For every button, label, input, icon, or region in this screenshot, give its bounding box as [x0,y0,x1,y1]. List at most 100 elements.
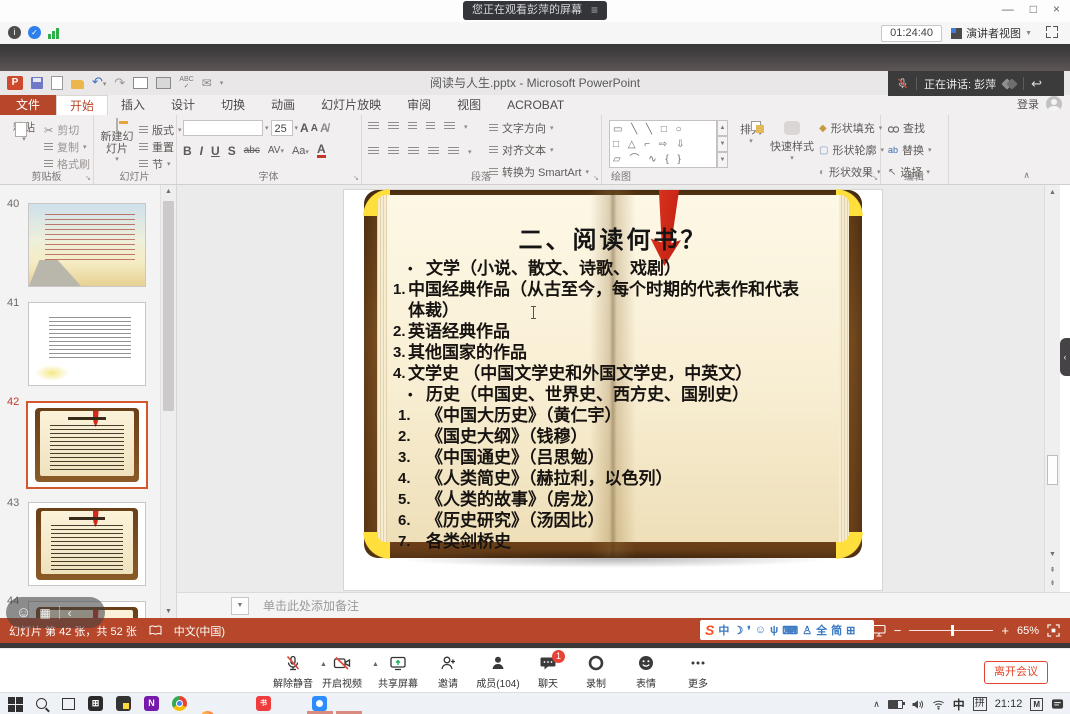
keyboard-icon[interactable]: ⌨ [782,624,798,637]
thumb-scroll-thumb[interactable] [163,201,174,411]
notes-app-icon[interactable] [116,696,131,711]
slide-thumbnail-42-selected[interactable] [26,401,148,489]
chrome-icon[interactable] [172,696,187,711]
save-button[interactable] [31,77,43,89]
align-right-button[interactable] [408,147,419,156]
spellcheck-button[interactable]: ABC✓ [179,76,193,90]
italic-button[interactable]: I [200,144,203,158]
replace-button[interactable]: ab 替换▾ [888,142,932,158]
info-icon[interactable]: i [8,26,21,39]
find-button[interactable]: 查找 [888,120,932,136]
reset-button[interactable]: 重置 [139,139,174,155]
reaction-quickbar[interactable]: ☺ ▦ ‹ [6,597,105,628]
tab-design[interactable]: 设计 [158,95,208,115]
panel-icon[interactable]: ▦ [39,606,50,620]
drawing-dialog-launcher[interactable]: ↘ [872,174,878,182]
battery-icon[interactable] [888,700,903,709]
tone-icon[interactable]: ❜ [747,624,751,637]
simplified-toggle[interactable]: 简 [831,622,842,638]
tab-animations[interactable]: 动画 [258,95,308,115]
clipboard-dialog-launcher[interactable]: ↘ [85,174,91,182]
increase-font-button[interactable]: A [300,121,309,135]
scroll-thumb[interactable] [1047,455,1058,485]
new-slide-button[interactable]: 新建幻灯片 ▾ [99,119,135,163]
view-mode-button[interactable]: 演讲者视图 ▼ [951,25,1032,41]
underline-button[interactable]: U [211,144,220,158]
ime-toolbar[interactable]: S 中 ☽ ❜ ☺ ψ ⌨ ♙ 全 简 ⊞ [700,620,874,640]
zoom-slider[interactable] [909,630,993,631]
notification-center-icon[interactable] [1051,698,1064,710]
collapse-pill-icon[interactable]: ‹ [68,606,72,620]
slide-scrollbar[interactable]: ▲ ▼ ⇞ ⇟ [1044,185,1060,592]
maximize-button[interactable]: □ [1030,2,1037,16]
notes-pane[interactable]: ▼ 单击此处添加备注 [177,592,1070,619]
onenote-icon[interactable]: N [144,696,159,711]
align-left-button[interactable] [368,147,379,156]
paste-button[interactable]: 粘贴 ▾ [8,119,40,143]
sign-in[interactable]: 登录 [1017,96,1062,112]
search-icon[interactable] [36,696,52,712]
reactions-button[interactable]: 表情 [617,654,675,690]
paragraph-dialog-launcher[interactable]: ↘ [593,174,599,182]
fit-to-window-icon[interactable] [1047,624,1060,637]
skin-icon[interactable]: ♙ [802,624,812,637]
language-status[interactable]: 中文(中国) [174,623,225,639]
spellcheck-icon[interactable] [149,625,162,636]
text-direction-button[interactable]: 文字方向▾ [489,120,589,136]
minimize-button[interactable]: — [1002,2,1014,16]
task-view-icon[interactable] [62,698,75,710]
start-button[interactable] [8,696,24,713]
copy-button[interactable]: 复制▾ [44,139,87,155]
reply-arrow-icon[interactable]: ↩ [1031,76,1042,92]
thumb-scroll-down-icon[interactable]: ▼ [161,608,176,615]
justify-button[interactable] [428,147,439,156]
wifi-icon[interactable] [932,699,945,710]
tab-slideshow[interactable]: 幻灯片放映 [308,95,394,115]
redo-button[interactable]: ↷ [114,75,125,91]
numbering-button[interactable] [388,122,399,131]
strikethrough-button[interactable]: abc [244,145,260,156]
font-dialog-launcher[interactable]: ↘ [353,174,359,182]
encryption-icon[interactable]: ✓ [28,26,41,39]
zoom-level[interactable]: 65% [1017,625,1039,637]
start-video-button[interactable]: 开启视频 [313,654,371,690]
previous-slide-button[interactable]: ⇞ [1045,566,1060,574]
slide-thumbnail-43[interactable] [28,502,146,586]
font-name-input[interactable] [183,120,263,136]
slide-thumbnail-40[interactable] [28,203,146,287]
emoji-icon[interactable]: ☺ [16,604,31,621]
shapes-gallery[interactable]: ▭ ╲ ╲ □ ○ □ △ ⌐ ⇨ ⇩ ▱ ⌒ ∿ { } [609,120,717,168]
zoom-in-button[interactable]: + [1001,623,1009,638]
slide-thumbnail-41[interactable] [28,302,146,386]
sogou-logo-icon[interactable]: S [705,622,714,638]
shadow-button[interactable]: S [228,144,236,158]
decrease-indent-button[interactable] [408,122,417,131]
input-indicator-icon[interactable]: M [1030,698,1043,711]
align-center-button[interactable] [388,147,399,156]
leave-meeting-button[interactable]: 离开会议 [984,661,1048,684]
ime-menu-icon[interactable]: ⊞ [846,624,855,637]
ime-lang-toggle[interactable]: 中 [718,622,729,638]
tray-expand-icon[interactable]: ∧ [873,699,880,710]
clock[interactable]: 21:12 [995,698,1023,710]
zoom-slider-thumb[interactable] [951,625,954,636]
scroll-up-icon[interactable]: ▲ [1045,189,1060,196]
print-preview-button[interactable] [133,77,148,89]
tab-review[interactable]: 审阅 [394,95,444,115]
tab-home[interactable]: 开始 [56,95,108,115]
zoom-out-button[interactable]: − [894,623,902,638]
shape-fill-button[interactable]: ◆形状填充▾ [819,120,884,136]
align-text-button[interactable]: 对齐文本▾ [489,142,589,158]
slideshow-button[interactable] [156,77,171,89]
clear-formatting-button[interactable]: A̸ [320,121,329,135]
ime-language-indicator[interactable]: 中 [953,696,965,713]
increase-indent-button[interactable] [426,122,435,131]
volume-icon[interactable] [911,699,924,710]
character-spacing-button[interactable]: AV▾ [268,145,284,156]
thumbnail-scrollbar[interactable]: ▲ ▼ [160,185,176,618]
slide-body-text[interactable]: •文学（小说、散文、诗歌、戏剧） 1.中国经典作品（从古至今，每个时期的代表作和… [393,258,813,552]
shapes-scroll-up[interactable]: ▲ [717,120,728,136]
banner-menu-icon[interactable]: ≡ [591,1,598,20]
close-button[interactable]: × [1053,2,1060,16]
shape-outline-button[interactable]: ▢形状轮廓▾ [819,142,884,158]
